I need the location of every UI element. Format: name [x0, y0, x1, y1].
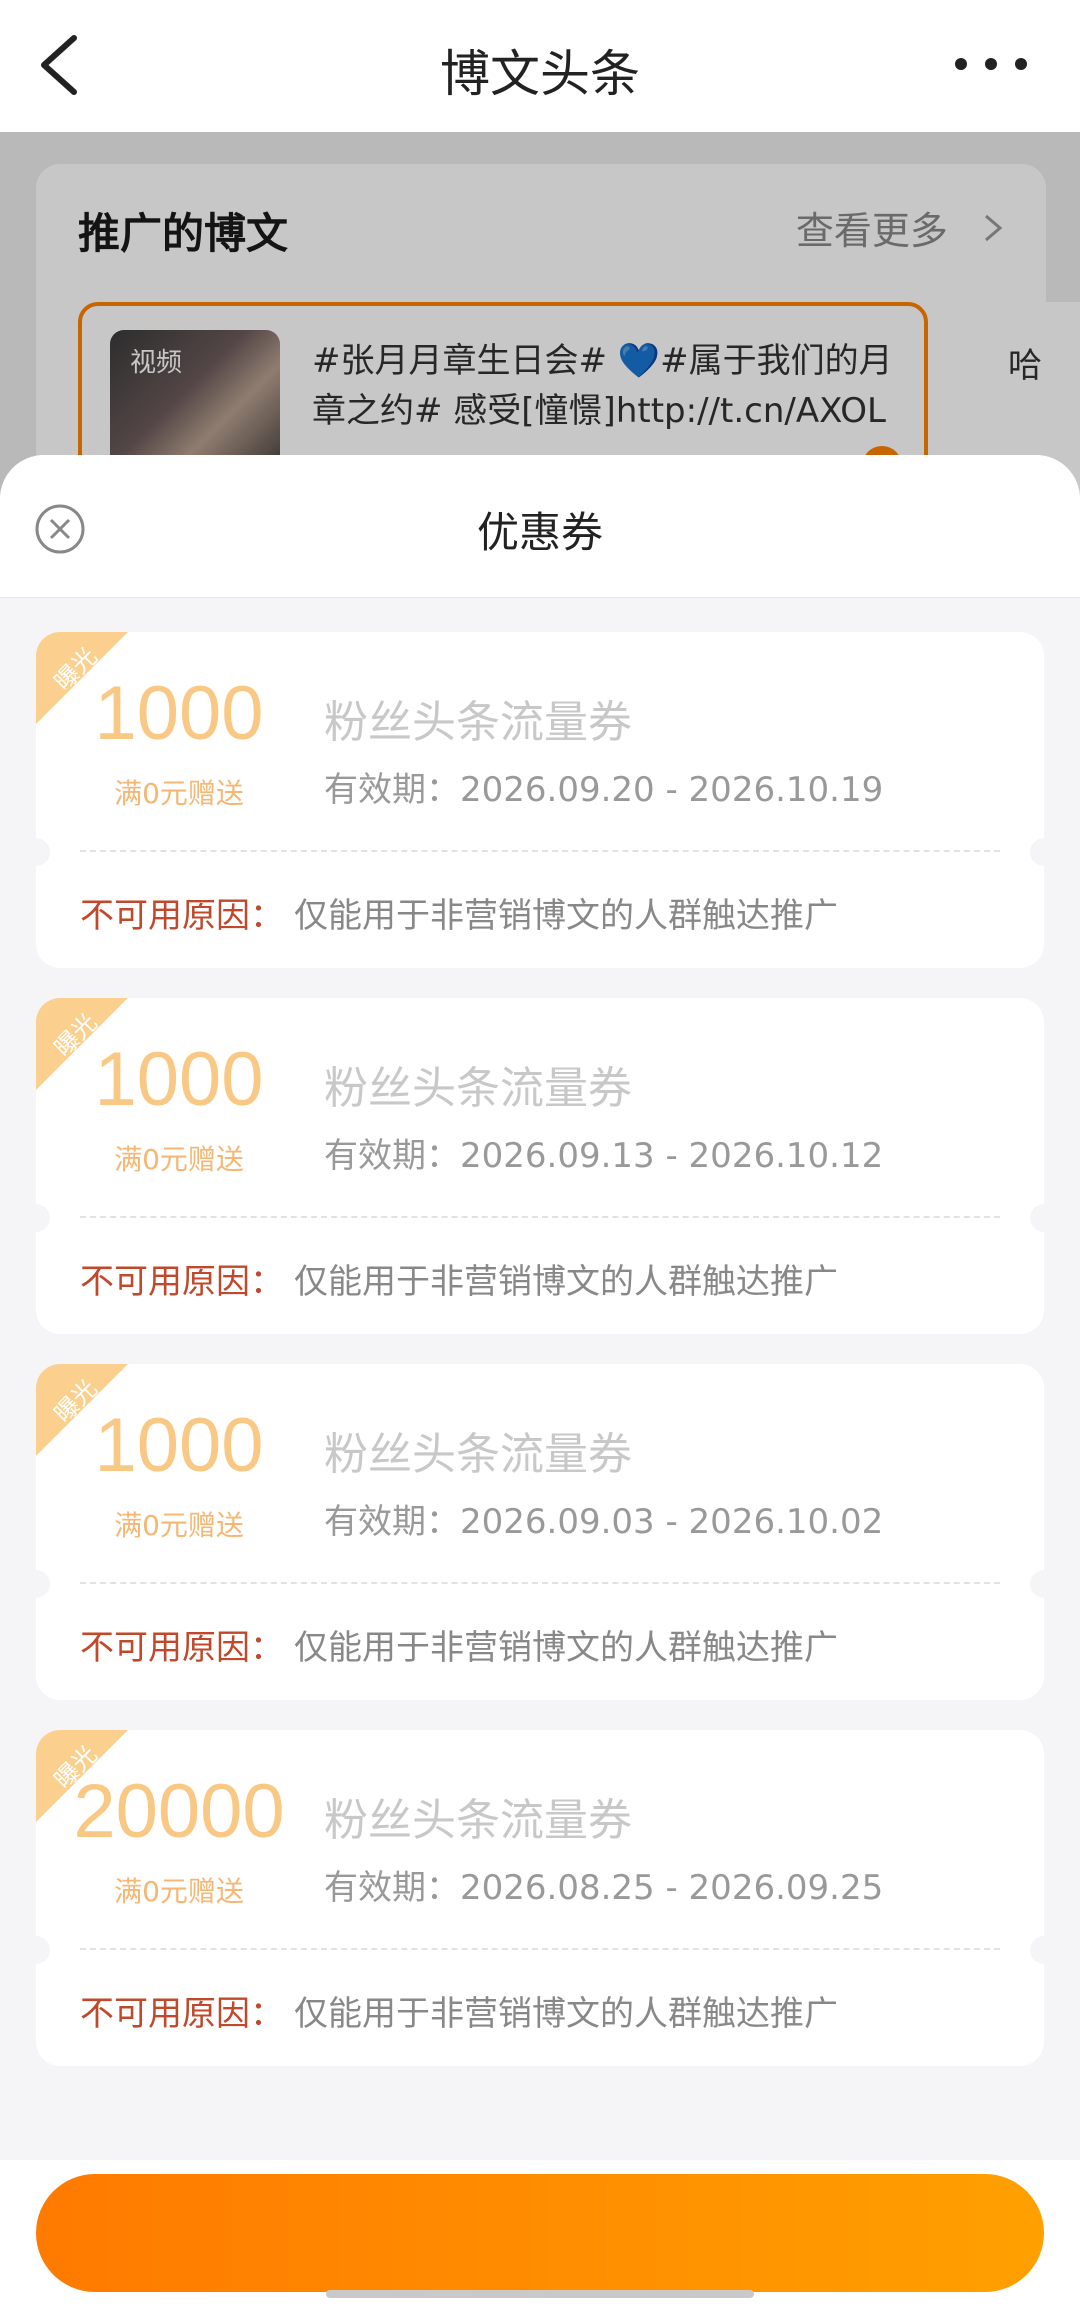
- notch-right: [1030, 1936, 1058, 1964]
- reason-label: 不可用原因：: [80, 1262, 284, 1302]
- coupon-card[interactable]: 曝光 1000 满0元赠送 粉丝头条流量券 有效期：2026.09.13 - 2…: [22, 998, 1058, 1334]
- footer-bar: [0, 2160, 1080, 2304]
- coupon-condition: 满0元赠送: [114, 777, 244, 810]
- coupon-card[interactable]: 曝光 1000 满0元赠送 粉丝头条流量券 有效期：2026.09.03 - 2…: [22, 1364, 1058, 1700]
- reason-text: 仅能用于非营销博文的人群触达推广: [294, 1628, 838, 1668]
- notch-left: [22, 1936, 50, 1964]
- reason-label: 不可用原因：: [80, 1628, 284, 1668]
- coupon-condition: 满0元赠送: [114, 1143, 244, 1176]
- coupon-sheet: 优惠券 曝光 1000 满0元赠送 粉丝头条流量券 有效期：2026.09.20…: [0, 455, 1080, 2304]
- reason-text: 仅能用于非营销博文的人群触达推广: [294, 1262, 838, 1302]
- unavailable-reason: 不可用原因： 仅能用于非营销博文的人群触达推广: [80, 1254, 838, 1303]
- sheet-header: 优惠券: [0, 455, 1080, 598]
- confirm-button[interactable]: [36, 2174, 1044, 2292]
- dashed-divider: [80, 1216, 1000, 1218]
- notch-right: [1030, 838, 1058, 866]
- coupon-validity: 有效期：2026.09.20 - 2026.10.19: [324, 770, 884, 810]
- coupon-card[interactable]: 曝光 1000 满0元赠送 粉丝头条流量券 有效期：2026.09.20 - 2…: [22, 632, 1058, 968]
- coupon-validity: 有效期：2026.09.13 - 2026.10.12: [324, 1136, 884, 1176]
- unavailable-reason: 不可用原因： 仅能用于非营销博文的人群触达推广: [80, 1620, 838, 1669]
- reason-label: 不可用原因：: [80, 896, 284, 936]
- page-title: 博文头条: [440, 45, 640, 103]
- reason-text: 仅能用于非营销博文的人群触达推广: [294, 1994, 838, 2034]
- notch-right: [1030, 1570, 1058, 1598]
- unavailable-reason: 不可用原因： 仅能用于非营销博文的人群触达推广: [80, 1986, 838, 2035]
- notch-right: [1030, 1204, 1058, 1232]
- coupon-name: 粉丝头条流量券: [324, 1429, 632, 1480]
- coupon-card[interactable]: 曝光 20000 满0元赠送 粉丝头条流量券 有效期：2026.08.25 - …: [22, 1730, 1058, 2066]
- coupon-validity: 有效期：2026.08.25 - 2026.09.25: [324, 1868, 884, 1908]
- notch-left: [22, 1570, 50, 1598]
- home-indicator: [326, 2290, 754, 2298]
- coupon-amount: 1000: [94, 1403, 264, 1488]
- coupon-validity: 有效期：2026.09.03 - 2026.10.02: [324, 1502, 884, 1542]
- coupon-condition: 满0元赠送: [114, 1509, 244, 1542]
- reason-label: 不可用原因：: [80, 1994, 284, 2034]
- sheet-title: 优惠券: [476, 508, 603, 557]
- notch-left: [22, 1204, 50, 1232]
- coupon-name: 粉丝头条流量券: [324, 697, 632, 748]
- coupon-condition: 满0元赠送: [114, 1875, 244, 1908]
- dashed-divider: [80, 850, 1000, 852]
- dashed-divider: [80, 1948, 1000, 1950]
- coupon-amount: 20000: [73, 1769, 285, 1854]
- coupon-name: 粉丝头条流量券: [324, 1063, 632, 1114]
- reason-text: 仅能用于非营销博文的人群触达推广: [294, 896, 838, 936]
- top-nav: 博文头条: [0, 0, 1080, 132]
- unavailable-reason: 不可用原因： 仅能用于非营销博文的人群触达推广: [80, 888, 838, 937]
- coupon-amount: 1000: [94, 671, 264, 756]
- coupon-name: 粉丝头条流量券: [324, 1795, 632, 1846]
- notch-left: [22, 838, 50, 866]
- more-options-icon[interactable]: [946, 40, 1036, 88]
- coupon-amount: 1000: [94, 1037, 264, 1122]
- dashed-divider: [80, 1582, 1000, 1584]
